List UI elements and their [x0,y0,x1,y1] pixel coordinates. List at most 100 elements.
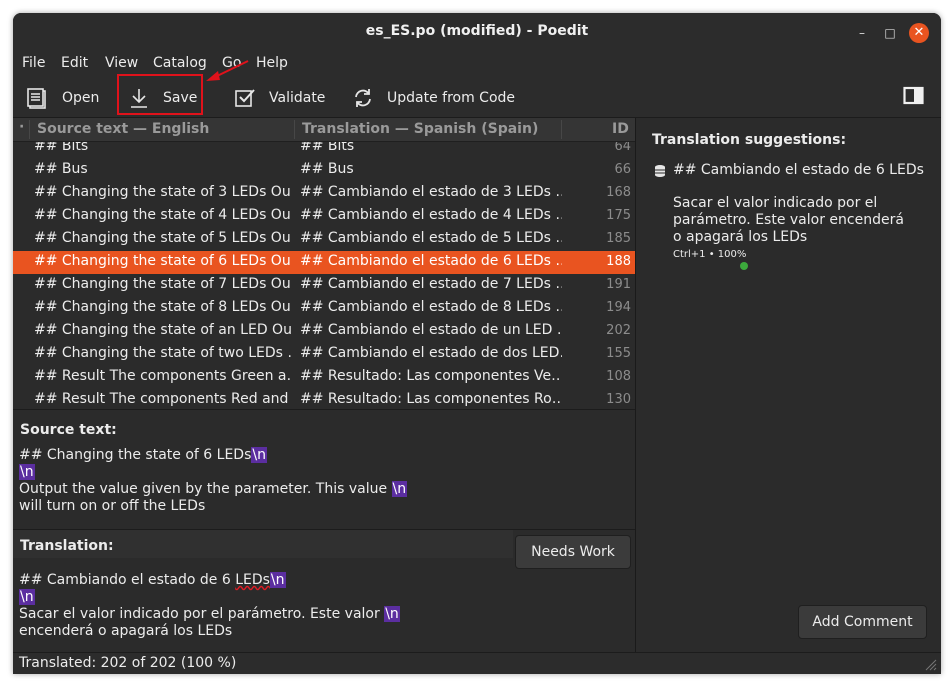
menu-help[interactable]: Help [256,55,288,71]
list-row[interactable]: ## Bits ## Bits 64 [13,142,635,159]
row-source: ## Changing the state of 8 LEDs Ou… [34,299,292,315]
suggestion-body[interactable]: Sacar el valor indicado por el parámetro… [673,195,913,246]
list-row[interactable]: ## Bus ## Bus 66 [13,159,635,182]
open-label: Open [62,90,100,106]
source-text-panel: Source text: ## Changing the state of 6 … [13,409,635,530]
row-translation: ## Resultado: Las componentes Ve… [300,368,562,384]
title-bar[interactable]: es_ES.po (modified) - Poedit – □ ✕ [13,13,941,51]
row-source: ## Result The components Red and … [34,391,292,407]
row-id: 108 [606,369,631,384]
menu-file[interactable]: File [22,55,45,71]
translation-label: Translation: [20,538,114,554]
row-translation: ## Bus [300,161,354,177]
status-text: Translated: 202 of 202 (100 %) [19,655,237,671]
row-translation: ## Cambiando el estado de 7 LEDs … [300,276,562,292]
row-source: ## Changing the state of 6 LEDs Ou… [34,253,292,269]
row-translation: ## Cambiando el estado de 4 LEDs … [300,207,562,223]
add-comment-button[interactable]: Add Comment [798,605,927,639]
suggestion-shortcut: Ctrl+1 • 100% [673,249,747,260]
suggestions-sidebar: Translation suggestions: ## Cambiando el… [636,118,941,652]
row-id: 194 [606,300,631,315]
row-id: 185 [606,231,631,246]
maximize-button[interactable]: □ [881,24,899,42]
row-translation: ## Cambiando el estado de 5 LEDs … [300,230,562,246]
source-text-content[interactable]: ## Changing the state of 6 LEDs\n \n Out… [19,447,408,515]
source-text-label: Source text: [20,422,117,438]
row-source: ## Changing the state of 3 LEDs Ou… [34,184,292,200]
row-translation: ## Cambiando el estado de dos LED… [300,345,562,361]
menu-catalog[interactable]: Catalog [153,55,207,71]
status-bar: Translated: 202 of 202 (100 %) [13,652,941,674]
newline-marker: \n [251,447,267,463]
newline-marker: \n [269,572,286,588]
row-source: ## Changing the state of 4 LEDs Ou… [34,207,292,223]
update-label: Update from Code [387,90,516,106]
suggestions-title: Translation suggestions: [652,132,847,148]
list-row[interactable]: ## Changing the state of 5 LEDs Ou… ## Ca… [13,228,635,251]
header-id[interactable]: ID [612,121,629,137]
row-translation: ## Resultado: Las componentes Ro… [300,391,562,407]
header-translation[interactable]: Translation — Spanish (Spain) [302,121,538,137]
row-id: 130 [606,392,631,407]
list-row[interactable]: ## Changing the state of two LEDs … ## Ca… [13,343,635,366]
menu-view[interactable]: View [105,55,138,71]
row-id: 202 [606,323,631,338]
poedit-window: es_ES.po (modified) - Poedit – □ ✕ File … [13,13,941,674]
annotation-arrow-icon [206,60,249,81]
row-translation: ## Cambiando el estado de 8 LEDs … [300,299,562,315]
translation-panel: Translation: Needs Work ## Cambiando el … [13,529,635,654]
sidebar-toggle-button[interactable] [903,83,925,113]
list-header: · Source text — English Translation — Sp… [13,118,635,142]
row-translation: ## Cambiando el estado de un LED … [300,322,562,338]
translation-editor[interactable]: ## Cambiando el estado de 6 LEDs\n \n Sa… [19,572,400,640]
row-source: ## Result The components Green a… [34,368,292,384]
row-source: ## Bus [34,161,88,177]
row-source: ## Changing the state of an LED Ou… [34,322,292,338]
menu-edit[interactable]: Edit [61,55,88,71]
resize-grip-icon[interactable] [923,657,937,671]
newline-marker: \n [391,481,408,497]
open-button[interactable]: Open [26,83,99,113]
list-row[interactable]: ## Changing the state of 3 LEDs Ou… ## Ca… [13,182,635,205]
validate-label: Validate [269,90,326,106]
sidebar-toggle-icon [903,86,925,110]
list-row[interactable]: ## Changing the state of an LED Ou… ## Ca… [13,320,635,343]
row-source: ## Changing the state of 7 LEDs Ou… [34,276,292,292]
row-source: ## Bits [34,142,89,154]
header-source[interactable]: Source text — English [37,121,209,137]
left-pane: · Source text — English Translation — Sp… [13,118,635,652]
window-title: es_ES.po (modified) - Poedit [365,23,589,39]
update-from-code-button[interactable]: Update from Code [351,83,515,113]
newline-marker: \n [19,464,35,480]
list-row-selected[interactable]: ## Changing the state of 6 LEDs Ou… ## Ca… [13,251,635,274]
row-translation: ## Cambiando el estado de 6 LEDs … [300,253,562,269]
newline-marker: \n [19,589,35,605]
header-sort-icon[interactable]: · [19,119,24,135]
minimize-button[interactable]: – [853,24,871,42]
list-row[interactable]: ## Result The components Red and … ## Res… [13,389,635,408]
row-translation: ## Bits [300,142,355,154]
row-id: 175 [606,208,631,223]
refresh-icon [351,86,375,110]
list-row[interactable]: ## Changing the state of 8 LEDs Ou… ## Ca… [13,297,635,320]
row-id: 191 [606,277,631,292]
database-icon [655,165,665,177]
row-id: 64 [614,142,631,154]
newline-marker: \n [384,606,400,622]
row-id: 168 [606,185,631,200]
list-row[interactable]: ## Result The components Green a… ## Resu… [13,366,635,389]
check-icon [233,86,257,110]
needs-work-button[interactable]: Needs Work [515,535,631,569]
match-indicator-icon [740,262,748,270]
document-open-icon [26,86,50,110]
row-source: ## Changing the state of 5 LEDs Ou… [34,230,292,246]
row-source: ## Changing the state of two LEDs … [34,345,292,361]
list-row[interactable]: ## Changing the state of 7 LEDs Ou… ## Ca… [13,274,635,297]
row-translation: ## Cambiando el estado de 3 LEDs … [300,184,562,200]
save-highlight-box [117,74,203,115]
suggestion-heading[interactable]: ## Cambiando el estado de 6 LEDs [673,162,924,178]
list-row[interactable]: ## Changing the state of 4 LEDs Ou… ## Ca… [13,205,635,228]
string-list[interactable]: ## Bits ## Bits 64 ## Bus ## Bus 66 ## Chang… [13,142,635,408]
row-id: 66 [614,162,631,177]
close-button[interactable]: ✕ [909,23,929,43]
